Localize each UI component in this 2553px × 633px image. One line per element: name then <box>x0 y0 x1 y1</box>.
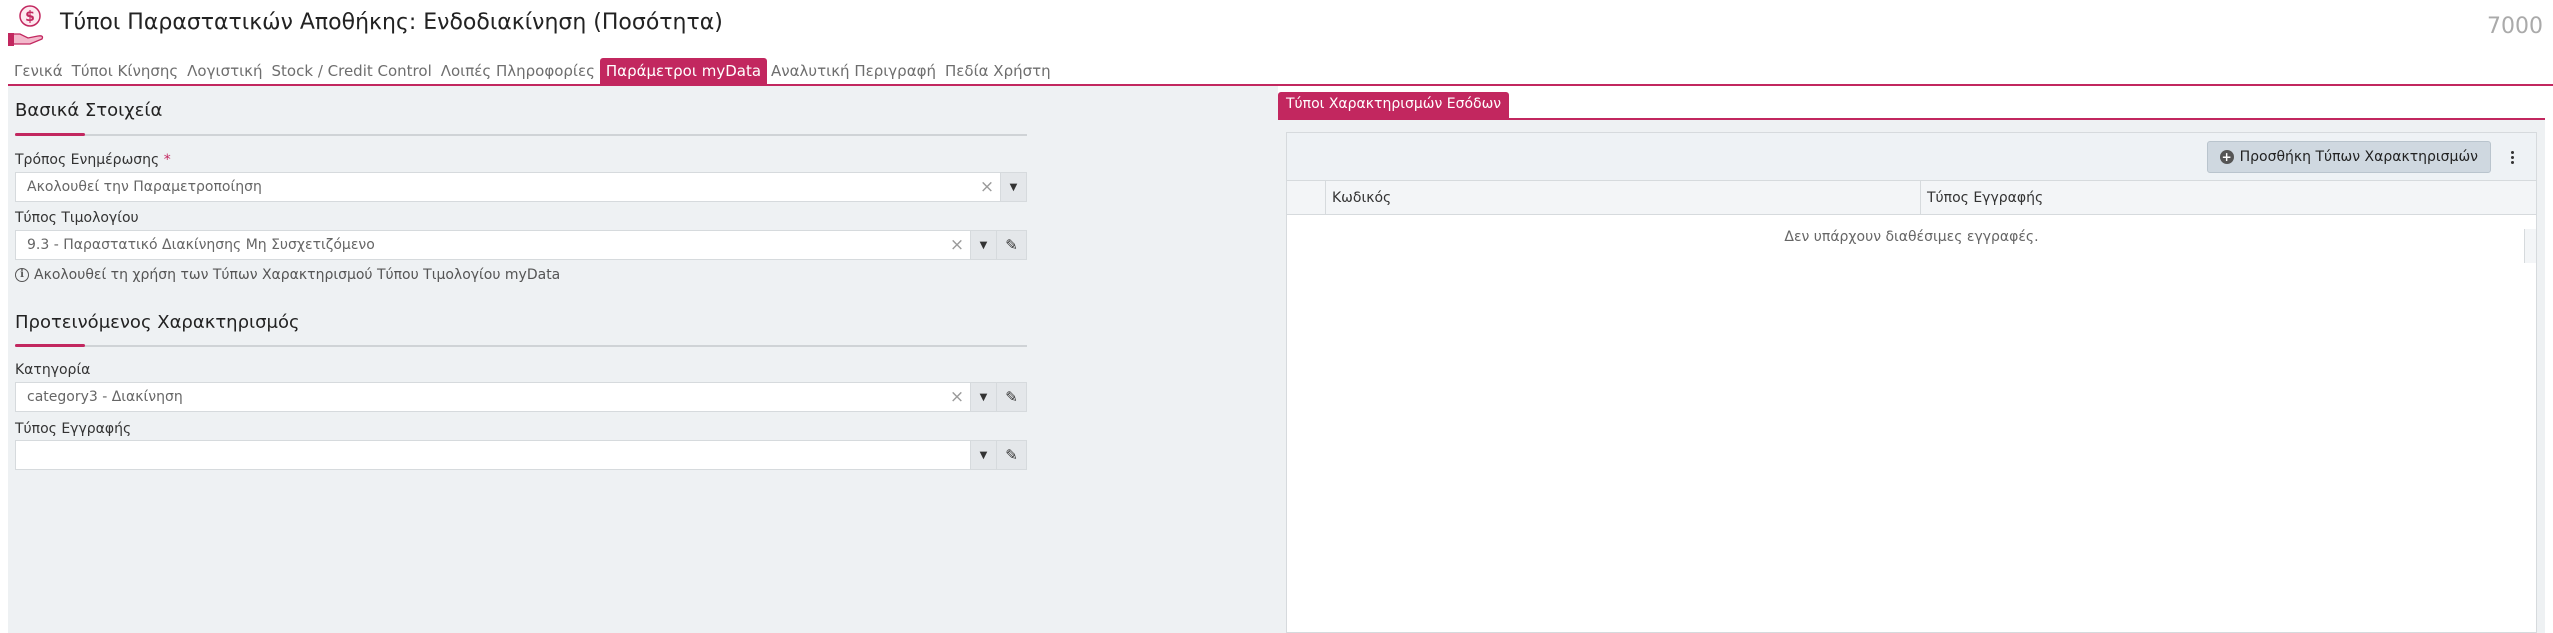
record-number: 7000 <box>2487 14 2543 39</box>
chevron-down-icon[interactable]: ▼ <box>970 383 996 411</box>
category-select[interactable]: category3 - Διακίνηση × ▼ ✎ <box>15 382 1027 412</box>
income-types-panel: + Προσθήκη Τύπων Χαρακτηρισμών Κωδικός Τ… <box>1278 120 2545 633</box>
required-mark: * <box>163 152 171 168</box>
add-characterization-types-button[interactable]: + Προσθήκη Τύπων Χαρακτηρισμών <box>2206 141 2491 173</box>
suggested-section-title: Προτεινόμενος Χαρακτηρισμός <box>15 312 300 333</box>
category-label: Κατηγορία <box>15 362 91 378</box>
update-mode-select[interactable]: Ακολουθεί την Παραμετροποίηση × ▼ <box>15 172 1027 202</box>
entry-type-select[interactable]: ▼ ✎ <box>15 440 1027 470</box>
clear-icon[interactable]: × <box>944 387 970 407</box>
more-options-icon[interactable] <box>2502 147 2522 167</box>
mydata-form-panel: Βασικά Στοιχεία Τρόπος Ενημέρωσης * Ακολ… <box>8 86 1278 633</box>
empty-message: Δεν υπάρχουν διαθέσιμες εγγραφές. <box>1784 229 2039 245</box>
tab-bar: Γενικά Τύποι Κίνησης Λογιστική Stock / C… <box>10 58 1056 84</box>
category-value: category3 - Διακίνηση <box>27 389 183 405</box>
clear-icon[interactable]: × <box>974 177 1000 197</box>
tab-movement-types[interactable]: Τύποι Κίνησης <box>68 59 184 84</box>
chevron-down-icon[interactable]: ▼ <box>970 441 996 469</box>
invoice-type-value: 9.3 - Παραστατικό Διακίνησης Μη Συσχετιζ… <box>27 237 375 253</box>
page-title: Τύποι Παραστατικών Αποθήκης: Ενδοδιακίνη… <box>60 10 723 35</box>
invoice-type-select[interactable]: 9.3 - Παραστατικό Διακίνησης Μη Συσχετιζ… <box>15 230 1027 260</box>
grid-toolbar: + Προσθήκη Τύπων Χαρακτηρισμών <box>1287 133 2536 181</box>
header: $ Τύποι Παραστατικών Αποθήκης: Ενδοδιακί… <box>0 0 2553 54</box>
tab-user-fields[interactable]: Πεδία Χρήστη <box>941 59 1056 84</box>
invoice-type-label: Τύπος Τιμολογίου <box>15 210 139 226</box>
svg-text:$: $ <box>25 9 35 25</box>
info-icon: i <box>15 268 29 282</box>
section-divider <box>15 133 1027 136</box>
edit-pencil-icon[interactable]: ✎ <box>996 441 1026 469</box>
tab-mydata-parameters[interactable]: Παράμετροι myData <box>599 58 768 84</box>
section-divider <box>15 344 1027 347</box>
tab-income-characterization-types[interactable]: Τύποι Χαρακτηρισμών Εσόδων <box>1278 92 1510 118</box>
tab-accounting[interactable]: Λογιστική <box>183 59 267 84</box>
edit-pencil-icon[interactable]: ✎ <box>996 383 1026 411</box>
chevron-down-icon[interactable]: ▼ <box>1000 173 1026 201</box>
update-mode-value: Ακολουθεί την Παραμετροποίηση <box>27 179 262 195</box>
entry-type-label: Τύπος Εγγραφής <box>15 421 132 437</box>
tab-other-info[interactable]: Λοιπές Πληροφορίες <box>437 59 600 84</box>
column-entry-type[interactable]: Τύπος Εγγραφής <box>1920 181 2525 215</box>
info-note: i Ακολουθεί τη χρήση των Τύπων Χαρακτηρι… <box>15 267 560 283</box>
tab-general[interactable]: Γενικά <box>10 59 68 84</box>
edit-pencil-icon[interactable]: ✎ <box>996 231 1026 259</box>
clear-icon[interactable]: × <box>944 235 970 255</box>
tab-detailed-description[interactable]: Αναλυτική Περιγραφή <box>767 59 941 84</box>
basic-section-title: Βασικά Στοιχεία <box>15 100 163 121</box>
chevron-down-icon[interactable]: ▼ <box>970 231 996 259</box>
tab-stock-credit-control[interactable]: Stock / Credit Control <box>268 59 437 84</box>
column-code[interactable]: Κωδικός <box>1325 181 1920 215</box>
update-mode-label: Τρόπος Ενημέρωσης * <box>15 152 171 168</box>
income-types-grid: + Προσθήκη Τύπων Χαρακτηρισμών Κωδικός Τ… <box>1286 132 2537 633</box>
grid-header: Κωδικός Τύπος Εγγραφής <box>1287 181 2536 263</box>
hand-dollar-icon: $ <box>8 5 44 46</box>
plus-circle-icon: + <box>2219 150 2234 164</box>
